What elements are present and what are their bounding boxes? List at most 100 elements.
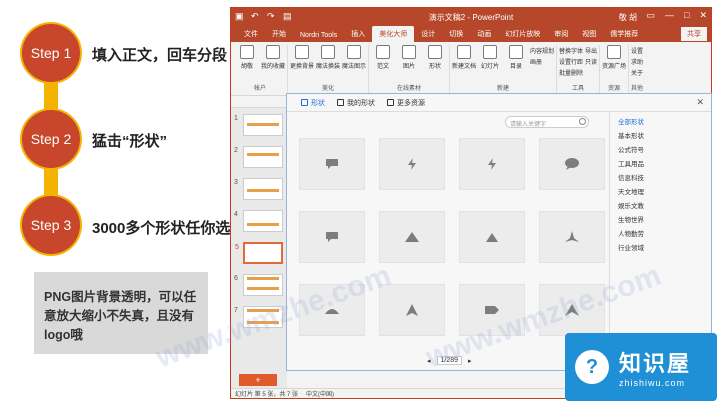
logo-url: zhishiwu.com bbox=[619, 378, 686, 388]
language-indicator[interactable]: 中文(中国) bbox=[306, 389, 334, 398]
picture-icon bbox=[402, 45, 416, 59]
shape-cell[interactable] bbox=[459, 138, 525, 190]
step-1-badge: Step 1 bbox=[22, 24, 80, 82]
category-item[interactable]: 行业领域 bbox=[618, 242, 705, 252]
tab-beautify[interactable]: 美化大师 bbox=[372, 26, 415, 42]
category-item[interactable]: 娱乐文教 bbox=[618, 200, 705, 210]
category-item[interactable]: 基本形状 bbox=[618, 130, 705, 140]
slide-thumb[interactable]: 1 bbox=[234, 114, 283, 136]
share-button[interactable]: 共享 bbox=[681, 27, 707, 41]
shape-cell[interactable] bbox=[299, 284, 365, 336]
tab-file[interactable]: 文件 bbox=[237, 26, 265, 42]
title-bar: ▣ ↶ ↷ ▤ 演示文稿2 - PowerPoint 敬 胡 ▭ — □ ✕ bbox=[231, 8, 711, 25]
slide-thumb[interactable]: 4 bbox=[234, 210, 283, 232]
slide-thumbnails: 1 2 3 4 5 6 7 + bbox=[231, 96, 287, 388]
ribbon-group-resource: 资源广场 资源 bbox=[600, 45, 630, 95]
slide-button[interactable]: 幻灯片 bbox=[478, 45, 502, 83]
tab-view[interactable]: 视图 bbox=[575, 26, 603, 42]
change-background-button[interactable]: 更换背景 bbox=[290, 45, 314, 83]
tab-shapes[interactable]: 形状 bbox=[301, 98, 325, 108]
toc-button[interactable]: 目录 bbox=[504, 45, 528, 83]
page-indicator[interactable]: 1/289 bbox=[436, 356, 463, 365]
shape-cell[interactable] bbox=[299, 211, 365, 263]
help-button[interactable]: 求助 bbox=[631, 57, 643, 66]
readonly-button[interactable]: 只读 bbox=[585, 57, 597, 66]
category-item[interactable]: 天文地理 bbox=[618, 186, 705, 196]
settings-button[interactable]: 设置 bbox=[631, 46, 643, 55]
refresh-icon bbox=[295, 45, 309, 59]
shape-cell[interactable] bbox=[379, 284, 445, 336]
slide-thumb-selected[interactable]: 5 bbox=[235, 242, 283, 264]
export-button[interactable]: 导出 bbox=[585, 46, 597, 55]
slide-thumb[interactable]: 6 bbox=[234, 274, 283, 296]
about-button[interactable]: 关于 bbox=[631, 68, 643, 77]
shape-cell[interactable] bbox=[539, 211, 605, 263]
category-item[interactable]: 工具用品 bbox=[618, 158, 705, 168]
tab-design[interactable]: 设计 bbox=[414, 26, 442, 42]
tab-my-shapes[interactable]: 我的形状 bbox=[337, 98, 375, 108]
shape-cell[interactable] bbox=[539, 284, 605, 336]
shapes-dialog: 形状 我的形状 更多资源 ✕ 请输入关键字 全部形状 基本形状 公式符号 工具用… bbox=[286, 93, 712, 371]
tab-insert[interactable]: 插入 bbox=[344, 26, 372, 42]
magic-outfit-button[interactable]: 魔法换装 bbox=[316, 45, 340, 83]
tab-recommend[interactable]: 儒学推荐 bbox=[603, 26, 645, 42]
shape-grid bbox=[299, 138, 605, 338]
shape-cell[interactable] bbox=[379, 138, 445, 190]
dialog-close-icon[interactable]: ✕ bbox=[696, 97, 704, 108]
user-name[interactable]: 敬 胡 bbox=[619, 12, 637, 23]
content-plan-button[interactable]: 内容规划 bbox=[530, 46, 554, 55]
replace-font-button[interactable]: 替换字体 bbox=[559, 46, 583, 55]
album-button[interactable]: 画册 bbox=[530, 57, 554, 66]
ribbon-display-icon[interactable]: ▭ bbox=[647, 10, 656, 21]
account-button[interactable]: 胡敬 bbox=[235, 45, 259, 83]
tab-slideshow[interactable]: 幻灯片放映 bbox=[498, 26, 547, 42]
close-icon[interactable]: ✕ bbox=[699, 10, 707, 21]
pagination: ◂ 1/289 ▸ bbox=[427, 356, 472, 365]
shape-cell[interactable] bbox=[459, 284, 525, 336]
new-document-button[interactable]: 新建文档 bbox=[452, 45, 476, 83]
diagram-icon bbox=[347, 45, 361, 59]
star-icon bbox=[266, 45, 280, 59]
tab-home[interactable]: 开始 bbox=[265, 26, 293, 42]
resource-square-button[interactable]: 资源广场 bbox=[602, 45, 626, 83]
star-arrow-icon bbox=[565, 231, 579, 242]
minimize-icon[interactable]: — bbox=[665, 10, 674, 21]
line-spacing-button[interactable]: 设置行距 bbox=[559, 57, 583, 66]
step-3-badge: Step 3 bbox=[22, 196, 80, 254]
category-item[interactable]: 信息科技 bbox=[618, 172, 705, 182]
magic-diagram-button[interactable]: 魔法图示 bbox=[342, 45, 366, 83]
tab-animations[interactable]: 动画 bbox=[470, 26, 498, 42]
group-label-tools: 工具 bbox=[572, 86, 585, 92]
step-2-badge: Step 2 bbox=[22, 110, 80, 168]
slide-thumb[interactable]: 7 bbox=[234, 306, 283, 328]
shape-cell[interactable] bbox=[459, 211, 525, 263]
arrowhead-icon bbox=[406, 304, 418, 316]
category-item[interactable]: 全部形状 bbox=[618, 116, 705, 126]
tab-review[interactable]: 审阅 bbox=[547, 26, 575, 42]
batch-delete-button[interactable]: 批量删除 bbox=[559, 68, 583, 77]
tab-transitions[interactable]: 切换 bbox=[442, 26, 470, 42]
category-item[interactable]: 公式符号 bbox=[618, 144, 705, 154]
pictures-button[interactable]: 图片 bbox=[397, 45, 421, 83]
templates-button[interactable]: 范文 bbox=[371, 45, 395, 83]
shapes-button[interactable]: 形状 bbox=[423, 45, 447, 83]
slide-thumb[interactable]: 3 bbox=[234, 178, 283, 200]
category-item[interactable]: 人物勤劳 bbox=[618, 228, 705, 238]
favorites-button[interactable]: 我的收藏 bbox=[261, 45, 285, 83]
prev-page-icon[interactable]: ◂ bbox=[427, 357, 431, 365]
shape-cell[interactable] bbox=[539, 138, 605, 190]
maximize-icon[interactable]: □ bbox=[684, 10, 689, 21]
next-page-icon[interactable]: ▸ bbox=[468, 357, 472, 365]
export-list: 导出 只读 bbox=[585, 45, 597, 83]
shape-search-input[interactable]: 请输入关键字 bbox=[505, 116, 589, 128]
add-slide-button[interactable]: + bbox=[239, 374, 277, 386]
shape-cell[interactable] bbox=[379, 211, 445, 263]
tab-nordri-tools[interactable]: Nordri Tools bbox=[293, 29, 344, 42]
search-icon[interactable] bbox=[579, 118, 586, 125]
step-2-text: 猛击“形状” bbox=[92, 133, 168, 150]
slide-thumb[interactable]: 2 bbox=[234, 146, 283, 168]
bolt-icon bbox=[408, 158, 416, 170]
tab-more-resources[interactable]: 更多资源 bbox=[387, 98, 425, 108]
shape-cell[interactable] bbox=[299, 138, 365, 190]
category-item[interactable]: 生物世界 bbox=[618, 214, 705, 224]
